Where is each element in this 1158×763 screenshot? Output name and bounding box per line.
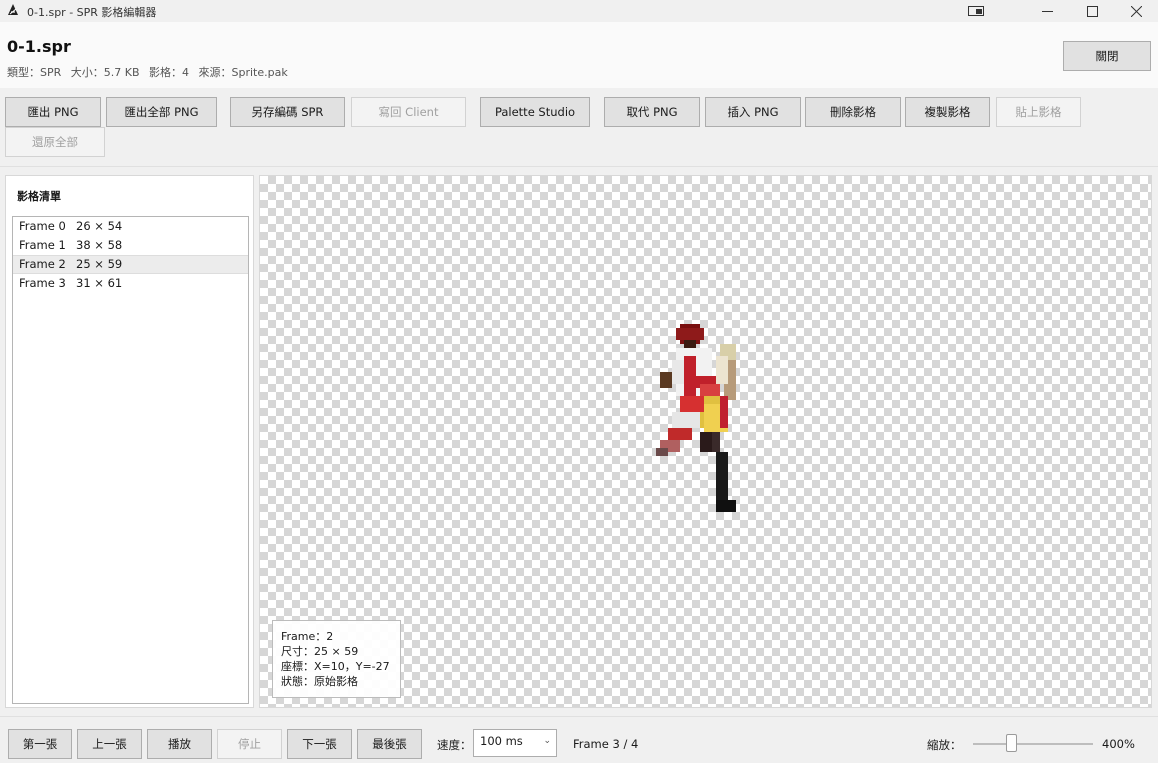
- speed-label: 速度：: [437, 738, 472, 752]
- frame-item-dims: 38 × 58: [76, 238, 123, 252]
- app-icon: [8, 4, 18, 15]
- frame-item-dims: 25 × 59: [76, 257, 123, 271]
- frame-list-item[interactable]: Frame 0 26 × 54: [13, 217, 248, 236]
- zoom-slider-thumb[interactable]: [1006, 734, 1017, 752]
- frame-item-name: Frame 3: [19, 276, 66, 290]
- file-size: 大小：5.7 KB: [70, 66, 140, 79]
- next-frame-button[interactable]: 下一張: [287, 729, 352, 759]
- file-type: 類型：SPR: [7, 66, 62, 79]
- frame-list-title: 影格清單: [17, 190, 61, 203]
- file-meta: 類型：SPR 大小：5.7 KB 影格：4 來源：Sprite.pak: [7, 64, 294, 80]
- close-window-button[interactable]: [1114, 0, 1158, 22]
- maximize-icon: [1086, 5, 1098, 17]
- copy-frame-button[interactable]: 複製影格: [905, 97, 990, 127]
- file-source: 來源：Sprite.pak: [198, 66, 288, 79]
- zoom-label: 縮放：: [927, 738, 962, 752]
- zoom-value: 400%: [1102, 737, 1135, 751]
- speed-select[interactable]: 100 ms ⌄: [473, 729, 557, 757]
- snap-layout-button[interactable]: [954, 0, 998, 22]
- stop-button[interactable]: 停止: [217, 729, 282, 759]
- restore-all-button[interactable]: 還原全部: [5, 127, 105, 157]
- maximize-button[interactable]: [1070, 0, 1114, 22]
- chevron-down-icon: ⌄: [543, 736, 551, 746]
- file-header: 0-1.spr 類型：SPR 大小：5.7 KB 影格：4 來源：Sprite.…: [0, 22, 1158, 88]
- minimize-icon: [1041, 10, 1053, 12]
- frame-list[interactable]: Frame 0 26 × 54 Frame 1 38 × 58 Frame 2 …: [12, 216, 249, 704]
- frame-list-item[interactable]: Frame 3 31 × 61: [13, 274, 248, 293]
- palette-studio-button[interactable]: Palette Studio: [480, 97, 590, 127]
- title-bar: 0-1.spr - SPR 影格編輯器: [0, 0, 1158, 22]
- info-status: 狀態：原始影格: [281, 675, 358, 688]
- info-frame: Frame：2: [281, 630, 334, 643]
- frame-list-item-selected[interactable]: Frame 2 25 × 59: [13, 255, 248, 274]
- zoom-slider-track[interactable]: [973, 743, 1093, 745]
- info-coords: 座標：X=10，Y=-27: [281, 660, 390, 673]
- toolbar: 匯出 PNG 匯出全部 PNG 另存編碼 SPR 寫回 Client Palet…: [0, 88, 1158, 167]
- delete-frame-button[interactable]: 刪除影格: [805, 97, 901, 127]
- frame-list-item[interactable]: Frame 1 38 × 58: [13, 236, 248, 255]
- snap-layout-icon: [968, 6, 984, 16]
- playback-bar: 第一張 上一張 播放 停止 下一張 最後張 速度： 100 ms ⌄ Frame…: [0, 716, 1158, 763]
- close-icon: [1130, 5, 1142, 17]
- paste-frame-button[interactable]: 貼上影格: [996, 97, 1081, 127]
- frame-info-box: Frame：2 尺寸：25 × 59 座標：X=10，Y=-27 狀態：原始影格: [272, 620, 401, 698]
- file-name: 0-1.spr: [7, 37, 71, 56]
- info-size: 尺寸：25 × 59: [281, 645, 359, 658]
- window-title: 0-1.spr - SPR 影格編輯器: [27, 6, 157, 19]
- insert-png-button[interactable]: 插入 PNG: [705, 97, 801, 127]
- previous-frame-button[interactable]: 上一張: [77, 729, 142, 759]
- first-frame-button[interactable]: 第一張: [8, 729, 72, 759]
- replace-png-button[interactable]: 取代 PNG: [604, 97, 700, 127]
- save-encoded-spr-button[interactable]: 另存編碼 SPR: [230, 97, 345, 127]
- minimize-button[interactable]: [1025, 0, 1069, 22]
- frame-list-panel: 影格清單 Frame 0 26 × 54 Frame 1 38 × 58 Fra…: [5, 175, 254, 708]
- last-frame-button[interactable]: 最後張: [357, 729, 422, 759]
- close-button[interactable]: 關閉: [1063, 41, 1151, 71]
- play-button[interactable]: 播放: [147, 729, 212, 759]
- frame-item-dims: 31 × 61: [76, 276, 123, 290]
- write-back-client-button[interactable]: 寫回 Client: [351, 97, 466, 127]
- frame-item-dims: 26 × 54: [76, 219, 123, 233]
- frame-item-name: Frame 0: [19, 219, 66, 233]
- sprite-image: [656, 324, 736, 512]
- speed-value: 100 ms: [480, 734, 523, 748]
- export-all-png-button[interactable]: 匯出全部 PNG: [106, 97, 217, 127]
- sprite-preview-canvas[interactable]: Frame：2 尺寸：25 × 59 座標：X=10，Y=-27 狀態：原始影格: [259, 175, 1152, 708]
- frame-count: 影格：4: [149, 66, 190, 79]
- frame-item-name: Frame 2: [19, 257, 66, 271]
- frame-counter: Frame 3 / 4: [573, 737, 639, 751]
- export-png-button[interactable]: 匯出 PNG: [5, 97, 101, 127]
- frame-item-name: Frame 1: [19, 238, 66, 252]
